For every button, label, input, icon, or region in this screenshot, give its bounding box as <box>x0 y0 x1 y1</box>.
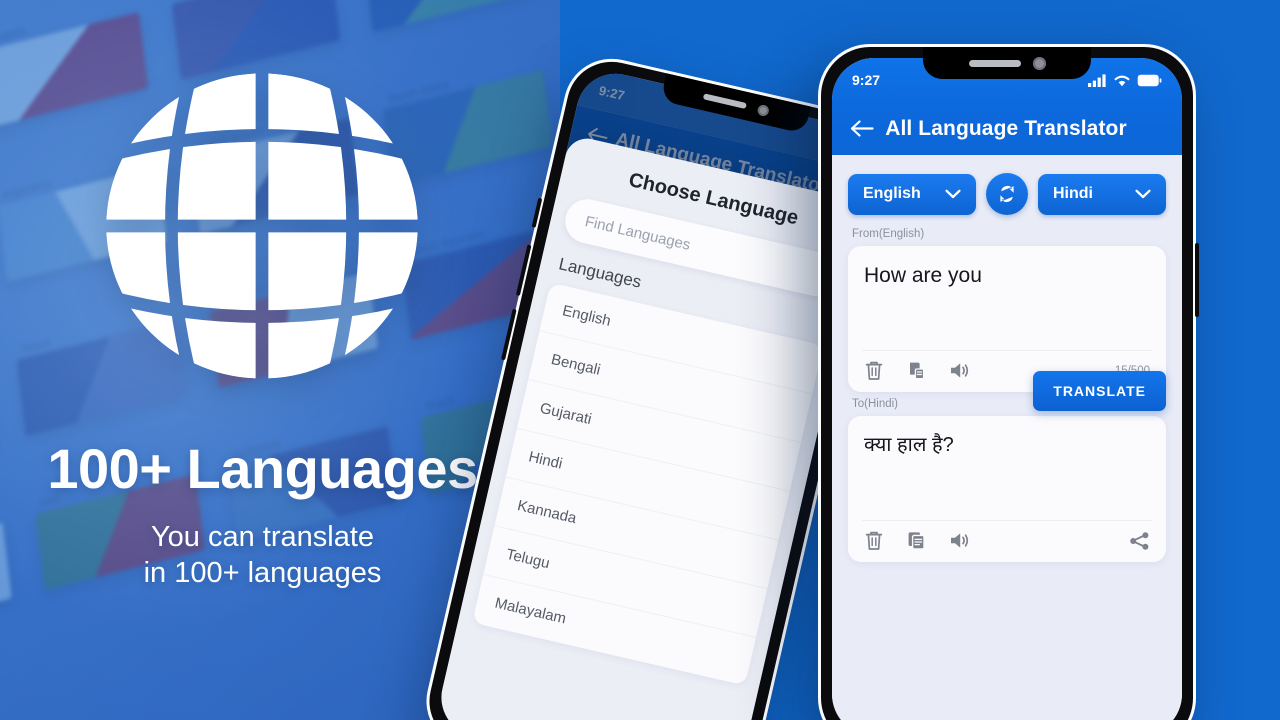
clear-icon[interactable] <box>864 530 884 551</box>
front-camera-icon <box>756 103 770 117</box>
chevron-down-icon <box>945 189 961 199</box>
phone-screen-front: 9:27 All Language Translator English Hin… <box>832 58 1182 720</box>
back-arrow-icon[interactable] <box>850 119 874 138</box>
translate-button[interactable]: TRANSLATE <box>1033 371 1166 411</box>
battery-icon <box>1137 74 1162 86</box>
app-title-front: All Language Translator <box>885 116 1127 140</box>
translated-text: क्या हाल है? <box>864 434 954 456</box>
target-language-dropdown[interactable]: Hindi <box>1038 173 1166 215</box>
copy-icon[interactable] <box>906 530 927 551</box>
chevron-down-icon <box>1135 189 1151 199</box>
status-time-front: 9:27 <box>852 72 881 88</box>
target-actions-row <box>862 520 1152 562</box>
language-selector-row: English Hindi <box>848 155 1166 223</box>
promo-subline-line1: You can translate <box>150 521 375 554</box>
target-text-card: क्या हाल है? <box>848 416 1166 562</box>
phone-power-button[interactable] <box>1195 243 1199 317</box>
promo-subline: You can translate in 100+ languages <box>0 520 525 591</box>
swap-languages-button[interactable] <box>986 173 1028 215</box>
speak-icon[interactable] <box>949 531 971 550</box>
wifi-icon <box>1114 75 1130 86</box>
target-language-label: Hindi <box>1053 185 1093 202</box>
earpiece-speaker-icon <box>702 93 747 109</box>
promo-subline-line2: in 100+ languages <box>143 556 382 589</box>
promo-screenshot: JapanSouth KoreaUkraineLuxembourgLibyaFi… <box>0 0 1280 720</box>
source-text-input[interactable]: How are you <box>848 246 1166 350</box>
source-language-dropdown[interactable]: English <box>848 173 976 215</box>
phone-mockup-front: 9:27 All Language Translator English Hin… <box>818 44 1199 720</box>
promo-headline: 100+ Languages <box>47 437 478 500</box>
translate-button-row: TRANSLATE <box>848 371 1166 411</box>
translator-screen-body: English Hindi From(English) How are you … <box>832 155 1182 720</box>
globe-logo-icon <box>106 73 418 379</box>
source-language-label: English <box>863 185 921 202</box>
app-bar-front: All Language Translator <box>832 102 1182 155</box>
front-camera-icon <box>1032 56 1046 70</box>
phone-notch <box>923 47 1091 79</box>
swap-languages-icon <box>1000 185 1014 203</box>
source-field-label: From(English) <box>852 228 925 240</box>
earpiece-speaker-icon <box>968 59 1021 67</box>
share-icon[interactable] <box>1129 531 1150 551</box>
promo-text-block: 100+ Languages You can translate in 100+… <box>0 437 525 591</box>
signal-bars-icon <box>1088 73 1106 87</box>
language-list: English Bengali Gujarati Hindi Kannada Telugu… <box>472 282 824 686</box>
